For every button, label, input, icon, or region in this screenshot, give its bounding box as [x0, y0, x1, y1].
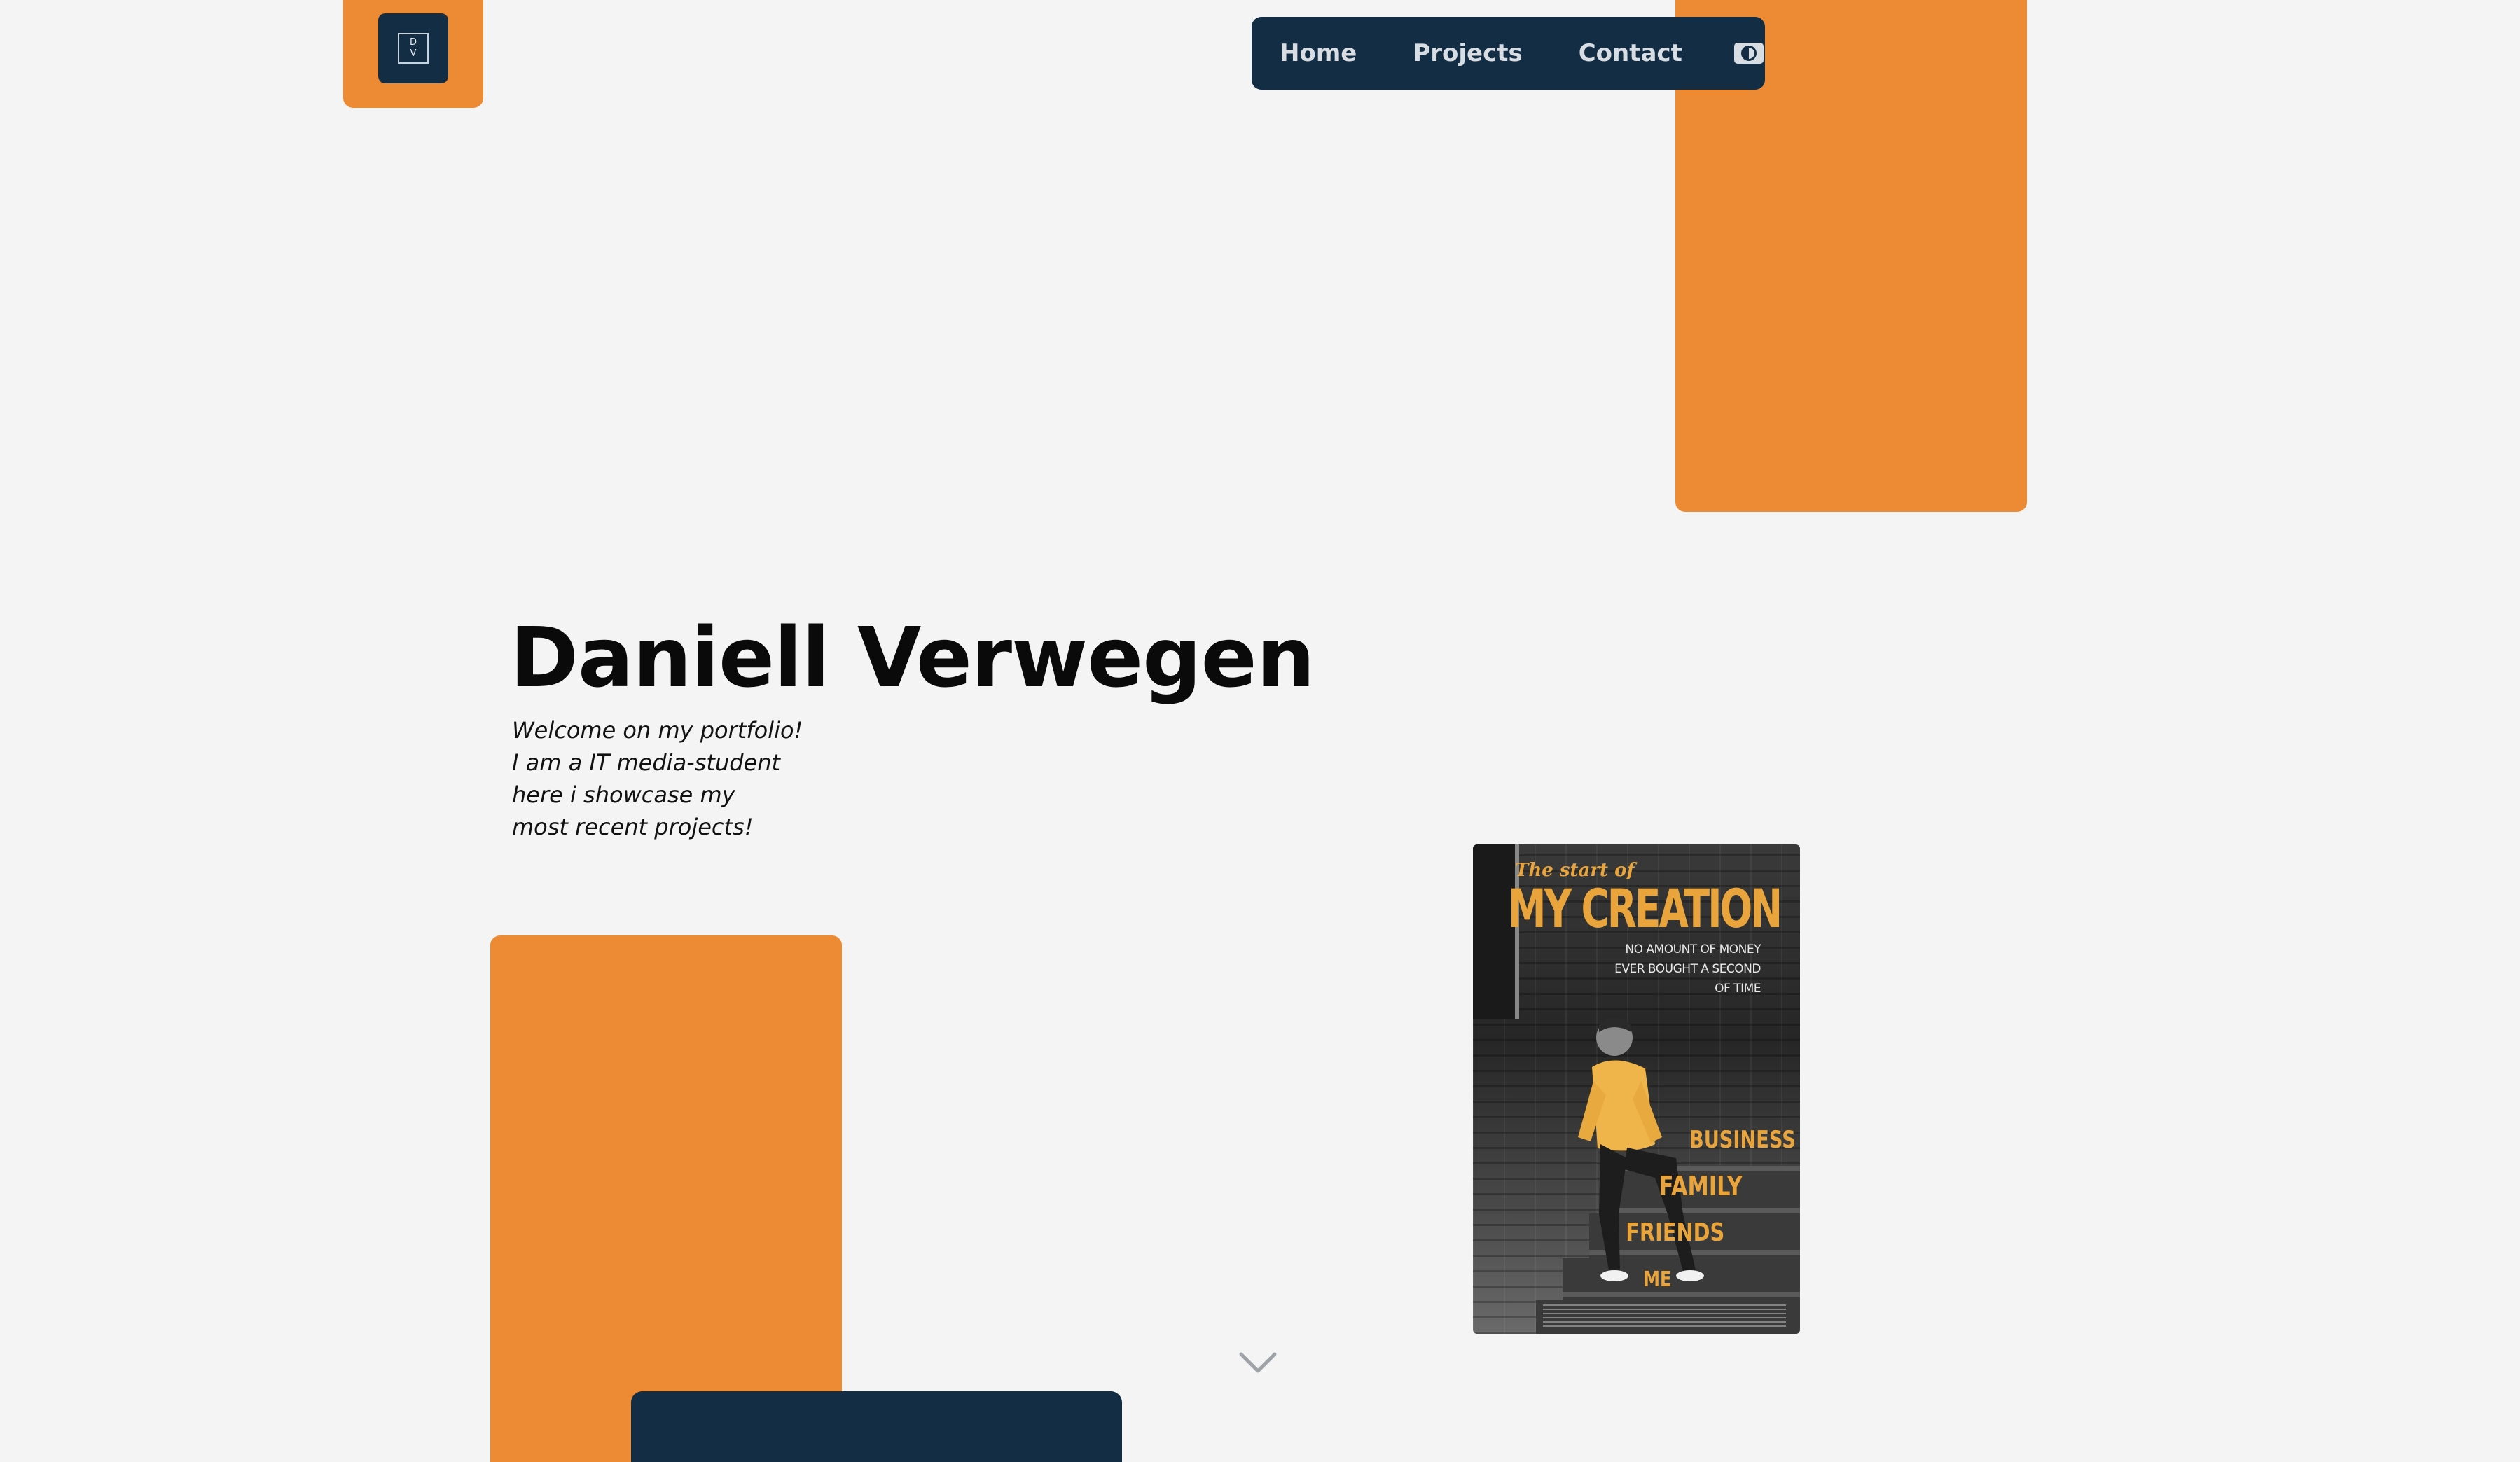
page-title: Daniell Verwegen: [510, 609, 1315, 706]
poster-headline: MY CREATION: [1508, 877, 1782, 940]
poster-credits-block: [1543, 1304, 1786, 1328]
poster-tagline-line: EVER BOUGHT A SECOND: [1614, 962, 1761, 976]
intro-line: here i showcase my: [512, 781, 735, 808]
logo-button[interactable]: D V: [378, 13, 448, 83]
nav-link-projects[interactable]: Projects: [1413, 39, 1522, 67]
nav-link-contact[interactable]: Contact: [1579, 39, 1682, 67]
intro-line: I am a IT media-student: [512, 749, 781, 776]
main-nav: Home Projects Contact: [1252, 17, 1765, 90]
intro-line: Welcome on my portfolio!: [512, 717, 803, 744]
poster-tagline-line: NO AMOUNT OF MONEY: [1625, 942, 1761, 956]
poster-tagline-line: OF TIME: [1715, 982, 1761, 996]
poster-tagline: NO AMOUNT OF MONEY EVER BOUGHT A SECOND …: [1614, 940, 1761, 998]
intro-line: most recent projects!: [512, 814, 754, 840]
theme-toggle-button[interactable]: [1733, 43, 1764, 64]
poster-word-friends: FRIENDS: [1626, 1218, 1724, 1247]
navy-card-bottom: [631, 1391, 1122, 1462]
poster-word-me: ME: [1642, 1267, 1671, 1292]
poster-word-business: BUSINESS: [1689, 1126, 1796, 1154]
logo-letter-bottom: V: [410, 48, 417, 59]
logo-mark: D V: [398, 33, 429, 64]
chevron-down-icon[interactable]: [1238, 1350, 1278, 1375]
portfolio-page: D V Home Projects Contact Daniell Verweg…: [0, 0, 2520, 1462]
poster-word-family: FAMILY: [1659, 1171, 1743, 1202]
logo-letter-top: D: [409, 37, 417, 48]
nav-link-home[interactable]: Home: [1280, 39, 1357, 67]
contrast-icon: [1740, 46, 1757, 61]
orange-block-bottom-left: [490, 935, 842, 1462]
intro-text: Welcome on my portfolio! I am a IT media…: [512, 714, 803, 843]
project-poster-image: The start of MY CREATION NO AMOUNT OF MO…: [1473, 844, 1800, 1334]
